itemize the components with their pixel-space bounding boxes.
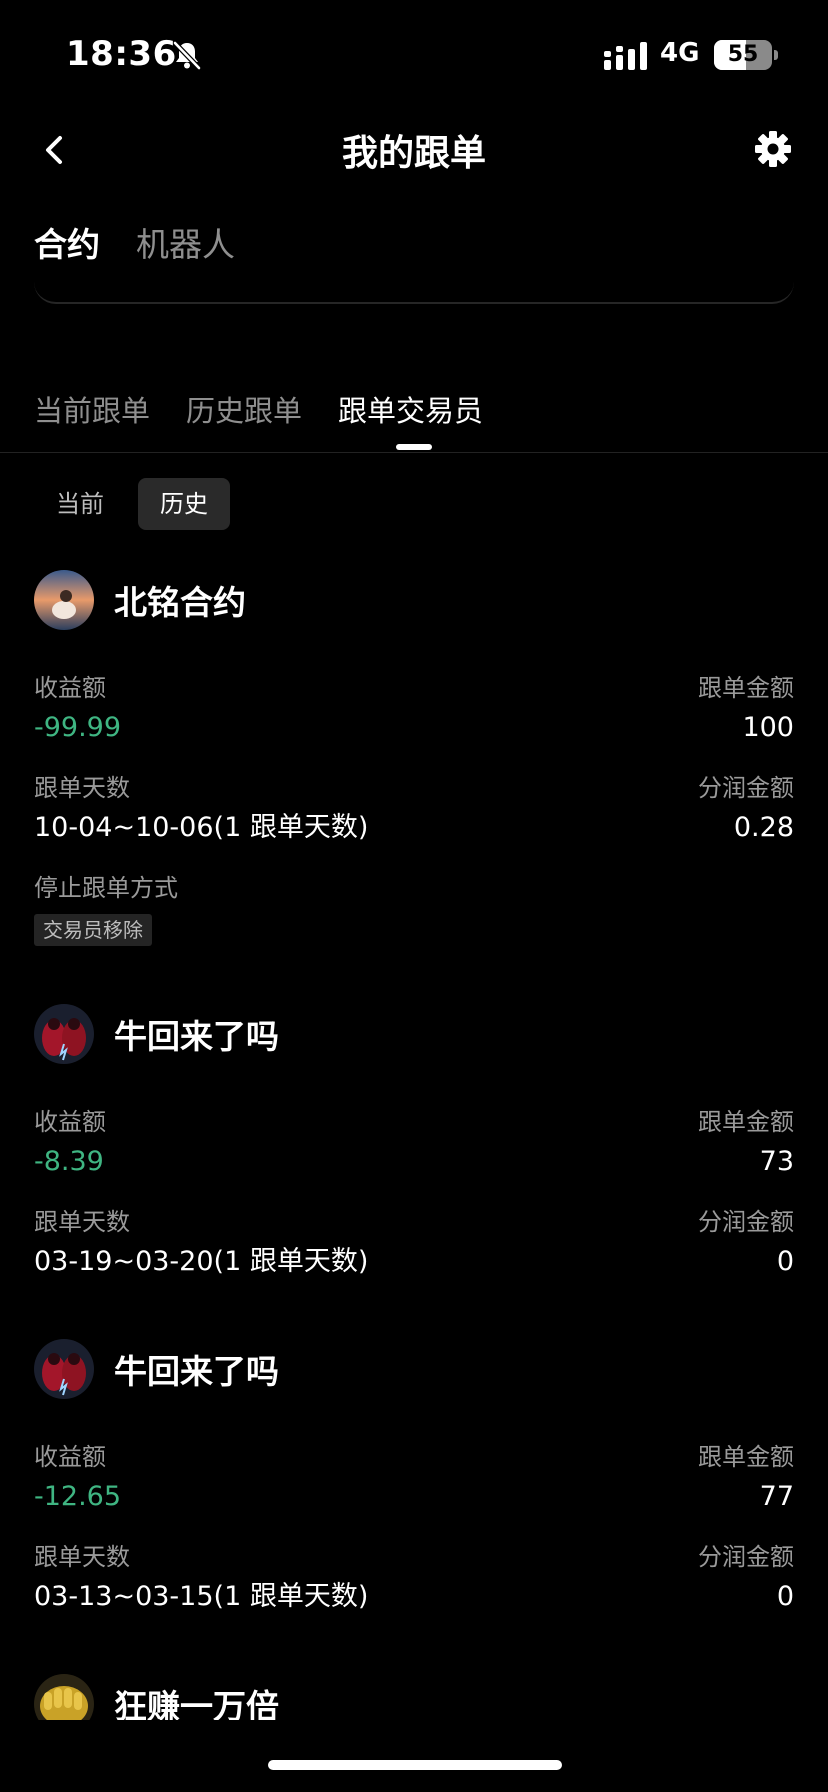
copy-amount-value: 100 <box>742 712 794 743</box>
copy-days-label: 跟单天数 <box>34 774 130 802</box>
trader-header: 牛回来了吗 <box>34 1004 794 1064</box>
pnl-label: 收益额 <box>34 674 106 702</box>
pnl-value: -12.65 <box>34 1481 122 1512</box>
copy-days-value: 03-13~03-15(1 跟单天数) <box>34 1581 369 1612</box>
pnl-value: -8.39 <box>34 1146 104 1177</box>
stop-method: 停止跟单方式 交易员移除 <box>34 870 794 946</box>
copy-days-value: 10-04~10-06(1 跟单天数) <box>34 812 369 843</box>
copy-amount-value: 73 <box>759 1146 794 1177</box>
network-type: 4G <box>660 38 700 68</box>
trader-name: 狂赚一万倍 <box>114 1687 279 1720</box>
pnl-label: 收益额 <box>34 1108 106 1136</box>
profit-share-label: 分润金额 <box>698 1543 794 1571</box>
tab-copy-traders[interactable]: 跟单交易员 <box>338 388 483 430</box>
trader-status-segment: 当前 历史 <box>34 478 230 530</box>
copy-days-label: 跟单天数 <box>34 1208 130 1236</box>
stats-row: 收益额 -8.39 跟单金额 73 <box>34 1104 794 1204</box>
stop-method-tag: 交易员移除 <box>34 914 152 946</box>
tab-current-copies[interactable]: 当前跟单 <box>34 388 150 430</box>
trader-entry[interactable]: 北铭合约 收益额 -99.99 跟单金额 100 跟单天数 10-04~10-0… <box>34 570 794 946</box>
trader-name: 牛回来了吗 <box>114 1017 279 1056</box>
stats-row: 收益额 -99.99 跟单金额 100 <box>34 670 794 770</box>
profit-share-value: 0 <box>776 1246 794 1277</box>
segment-history[interactable]: 历史 <box>138 478 230 530</box>
stats-row: 跟单天数 10-04~10-06(1 跟单天数) 分润金额 0.28 <box>34 770 794 870</box>
pnl-value: -99.99 <box>34 712 122 743</box>
trader-entry[interactable]: 牛回来了吗 收益额 -8.39 跟单金额 73 跟单天数 03-19~03-20… <box>34 1004 794 1304</box>
summary-card-edge <box>34 258 794 304</box>
status-bar: 18:36 4G 55 <box>0 0 828 110</box>
battery-percent: 55 <box>727 42 759 67</box>
trader-header: 北铭合约 <box>34 570 794 630</box>
trader-name: 牛回来了吗 <box>114 1352 279 1391</box>
battery-icon: 55 <box>714 40 772 70</box>
battery-cap <box>774 50 778 60</box>
profit-share-label: 分润金额 <box>698 774 794 802</box>
trader-header: 牛回来了吗 <box>34 1339 794 1399</box>
tabs-divider <box>0 452 828 453</box>
segment-current[interactable]: 当前 <box>34 478 126 530</box>
status-time: 18:36 <box>66 34 177 74</box>
tab-history-copies[interactable]: 历史跟单 <box>186 388 302 430</box>
trader-header: 狂赚一万倍 <box>34 1674 794 1720</box>
copy-amount-label: 跟单金额 <box>698 1108 794 1136</box>
copy-days-value: 03-19~03-20(1 跟单天数) <box>34 1246 369 1277</box>
trader-avatar <box>34 570 94 630</box>
gear-icon[interactable] <box>754 130 792 168</box>
copy-trade-tabs: 当前跟单 历史跟单 跟单交易员 <box>34 388 483 430</box>
bell-muted-icon <box>173 41 201 70</box>
trader-name: 北铭合约 <box>114 583 246 622</box>
stats-row: 收益额 -12.65 跟单金额 77 <box>34 1439 794 1539</box>
trader-avatar <box>34 1004 94 1064</box>
profit-share-value: 0.28 <box>733 812 794 843</box>
profit-share-label: 分润金额 <box>698 1208 794 1236</box>
trader-entry[interactable]: 牛回来了吗 收益额 -12.65 跟单金额 77 跟单天数 03-13~03-1… <box>34 1339 794 1639</box>
trader-entry[interactable]: 狂赚一万倍 <box>34 1674 794 1720</box>
copy-amount-label: 跟单金额 <box>698 1443 794 1471</box>
stop-method-label: 停止跟单方式 <box>34 874 178 902</box>
active-tab-indicator <box>396 444 432 450</box>
copy-amount-label: 跟单金额 <box>698 674 794 702</box>
profit-share-value: 0 <box>776 1581 794 1612</box>
trader-avatar <box>34 1339 94 1399</box>
stats-row: 跟单天数 03-13~03-15(1 跟单天数) 分润金额 0 <box>34 1539 794 1639</box>
trader-avatar <box>34 1674 94 1720</box>
home-indicator[interactable] <box>268 1760 562 1770</box>
copy-amount-value: 77 <box>759 1481 794 1512</box>
pnl-label: 收益额 <box>34 1443 106 1471</box>
stats-row: 跟单天数 03-19~03-20(1 跟单天数) 分润金额 0 <box>34 1204 794 1304</box>
copy-days-label: 跟单天数 <box>34 1543 130 1571</box>
navigation-bar: 我的跟单 <box>0 110 828 190</box>
cellular-signal-icon <box>604 42 647 70</box>
page-title: 我的跟单 <box>341 133 486 174</box>
